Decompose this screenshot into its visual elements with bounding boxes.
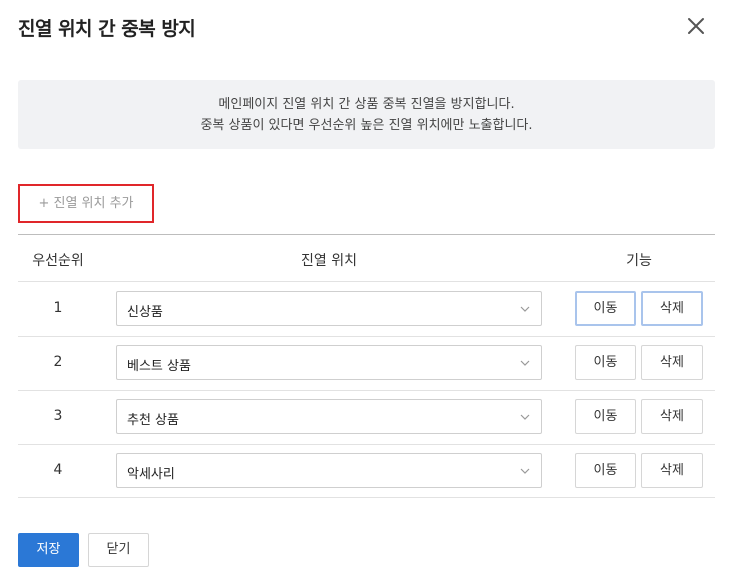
row-rank: 3 (53, 408, 63, 424)
header-actions: 기능 (626, 253, 652, 269)
delete-button[interactable]: 삭제 (641, 345, 703, 380)
location-select[interactable]: 추천 상품 (116, 399, 542, 434)
row-rank: 4 (53, 462, 63, 478)
table-row: 1 신상품 이동 삭제 (18, 282, 715, 336)
location-select-value: 베스트 상품 (127, 359, 191, 374)
add-location-button[interactable]: + 진열 위치 추가 (18, 184, 154, 223)
location-select[interactable]: 베스트 상품 (116, 345, 542, 380)
table-row: 2 베스트 상품 이동 삭제 (18, 336, 715, 390)
dialog-title: 진열 위치 간 중복 방지 (18, 18, 196, 40)
location-select-value: 추천 상품 (127, 413, 179, 428)
location-select[interactable]: 악세사리 (116, 453, 542, 488)
close-icon[interactable] (684, 14, 708, 38)
chevron-down-icon (520, 306, 530, 312)
close-button[interactable]: 닫기 (88, 533, 149, 567)
table-top-border (18, 234, 715, 235)
notice-line-1: 메인페이지 진열 위치 간 상품 중복 진열을 방지합니다. (218, 97, 515, 112)
chevron-down-icon (520, 468, 530, 474)
row-rank: 1 (53, 300, 63, 316)
location-select-value: 신상품 (127, 305, 163, 320)
row-rank: 2 (53, 354, 63, 370)
table-row: 4 악세사리 이동 삭제 (18, 444, 715, 498)
move-button[interactable]: 이동 (575, 345, 636, 380)
delete-button[interactable]: 삭제 (641, 453, 703, 488)
delete-button[interactable]: 삭제 (641, 291, 703, 326)
notice-line-2: 중복 상품이 있다면 우선순위 높은 진열 위치에만 노출합니다. (200, 118, 533, 133)
move-button[interactable]: 이동 (575, 399, 636, 434)
save-button[interactable]: 저장 (18, 533, 79, 567)
chevron-down-icon (520, 414, 530, 420)
header-rank: 우선순위 (32, 253, 84, 269)
delete-button[interactable]: 삭제 (641, 399, 703, 434)
row-divider (18, 497, 715, 498)
header-location: 진열 위치 (301, 253, 357, 269)
move-button[interactable]: 이동 (575, 291, 636, 326)
chevron-down-icon (520, 360, 530, 366)
table-row: 3 추천 상품 이동 삭제 (18, 390, 715, 444)
location-select[interactable]: 신상품 (116, 291, 542, 326)
notice-box: 메인페이지 진열 위치 간 상품 중복 진열을 방지합니다. 중복 상품이 있다… (18, 80, 715, 149)
move-button[interactable]: 이동 (575, 453, 636, 488)
location-select-value: 악세사리 (127, 467, 175, 482)
